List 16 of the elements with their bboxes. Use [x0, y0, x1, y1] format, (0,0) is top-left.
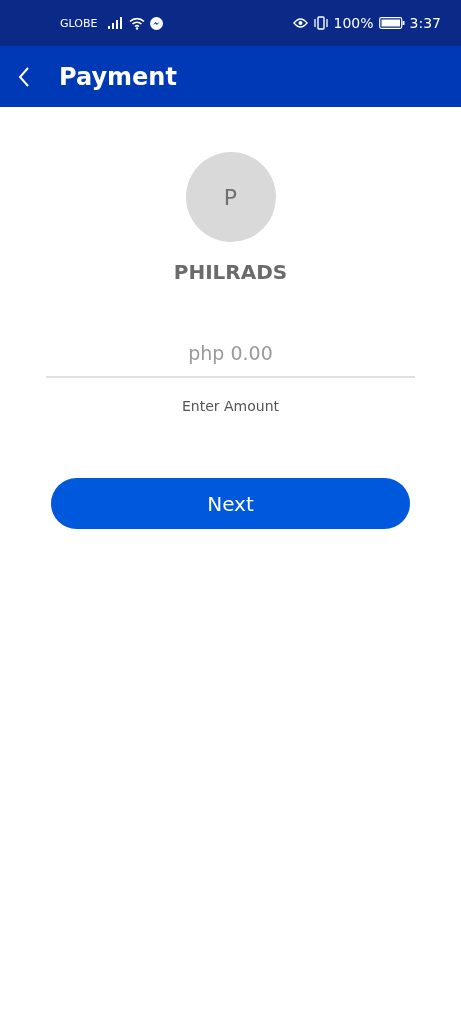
signal-icon — [108, 17, 125, 29]
next-button[interactable]: Next — [51, 478, 410, 529]
field-label: Enter Amount — [181, 398, 279, 414]
recipient-name: PHILRADS — [173, 260, 288, 284]
battery-percentage: 100% — [333, 15, 374, 31]
avatar: P — [185, 152, 276, 242]
eye-icon — [292, 18, 308, 28]
clock-time: 3:37 — [409, 15, 441, 31]
battery-icon — [378, 17, 405, 29]
messenger-icon — [150, 16, 164, 30]
vibrate-icon — [312, 16, 329, 30]
amount-field[interactable]: php 0.00 — [46, 336, 415, 378]
screen-title: Payment — [59, 62, 177, 91]
back-icon[interactable] — [18, 66, 30, 87]
carrier-name: GLOBE — [60, 16, 98, 30]
wifi-icon — [129, 16, 146, 30]
